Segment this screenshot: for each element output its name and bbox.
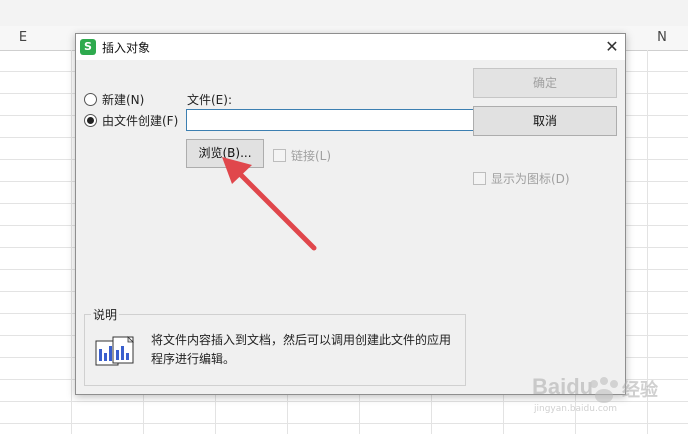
close-button[interactable]: ✕ xyxy=(599,34,625,60)
watermark-brand: Baidu xyxy=(532,374,594,399)
description-group: 说明 将文件内容插入到文档，然后可以调用创建此文件的应用程序进行编辑。 xyxy=(84,306,466,386)
baidu-watermark: Baidu 经验 jingyan.baidu.com xyxy=(528,370,688,430)
radio-new-label: 新建(N) xyxy=(102,93,145,107)
link-checkbox[interactable]: 链接(L) xyxy=(273,147,331,164)
dialog-title: 插入对象 xyxy=(102,41,151,55)
cancel-button[interactable]: 取消 xyxy=(473,106,617,136)
show-as-icon-label: 显示为图标(D) xyxy=(491,172,570,186)
description-text: 将文件内容插入到文档，然后可以调用创建此文件的应用程序进行编辑。 xyxy=(151,333,452,366)
column-header-e[interactable]: E xyxy=(0,26,46,50)
browse-button[interactable]: 浏览(B)... xyxy=(186,139,264,168)
radio-new[interactable]: 新建(N) xyxy=(84,91,144,108)
link-checkbox-box[interactable] xyxy=(273,149,286,162)
close-icon: ✕ xyxy=(605,37,619,56)
insert-file-object-icon xyxy=(95,336,134,366)
radio-from-file[interactable]: 由文件创建(F) xyxy=(84,112,178,129)
wps-sheet-icon xyxy=(80,39,96,55)
description-title: 说明 xyxy=(91,306,120,323)
watermark-brand-cn: 经验 xyxy=(622,380,658,401)
radio-new-dot[interactable] xyxy=(84,93,97,106)
ribbon-strip xyxy=(0,0,688,27)
file-path-input[interactable] xyxy=(186,109,474,131)
dialog-titlebar[interactable]: 插入对象 ✕ xyxy=(76,34,625,60)
show-as-icon-checkbox[interactable]: 显示为图标(D) xyxy=(473,170,570,187)
insert-object-dialog: 插入对象 ✕ 新建(N) 由文件创建(F) 文件(E): 浏览(B)... 链接… xyxy=(75,33,626,395)
show-as-icon-checkbox-box[interactable] xyxy=(473,172,486,185)
column-header-n[interactable]: N xyxy=(636,26,688,50)
radio-from-file-dot[interactable] xyxy=(84,114,97,127)
ok-button[interactable]: 确定 xyxy=(473,68,617,98)
file-field-label: 文件(E): xyxy=(187,93,232,107)
radio-from-file-label: 由文件创建(F) xyxy=(102,114,179,128)
watermark-url: jingyan.baidu.com xyxy=(534,404,618,414)
link-checkbox-label: 链接(L) xyxy=(291,149,332,163)
